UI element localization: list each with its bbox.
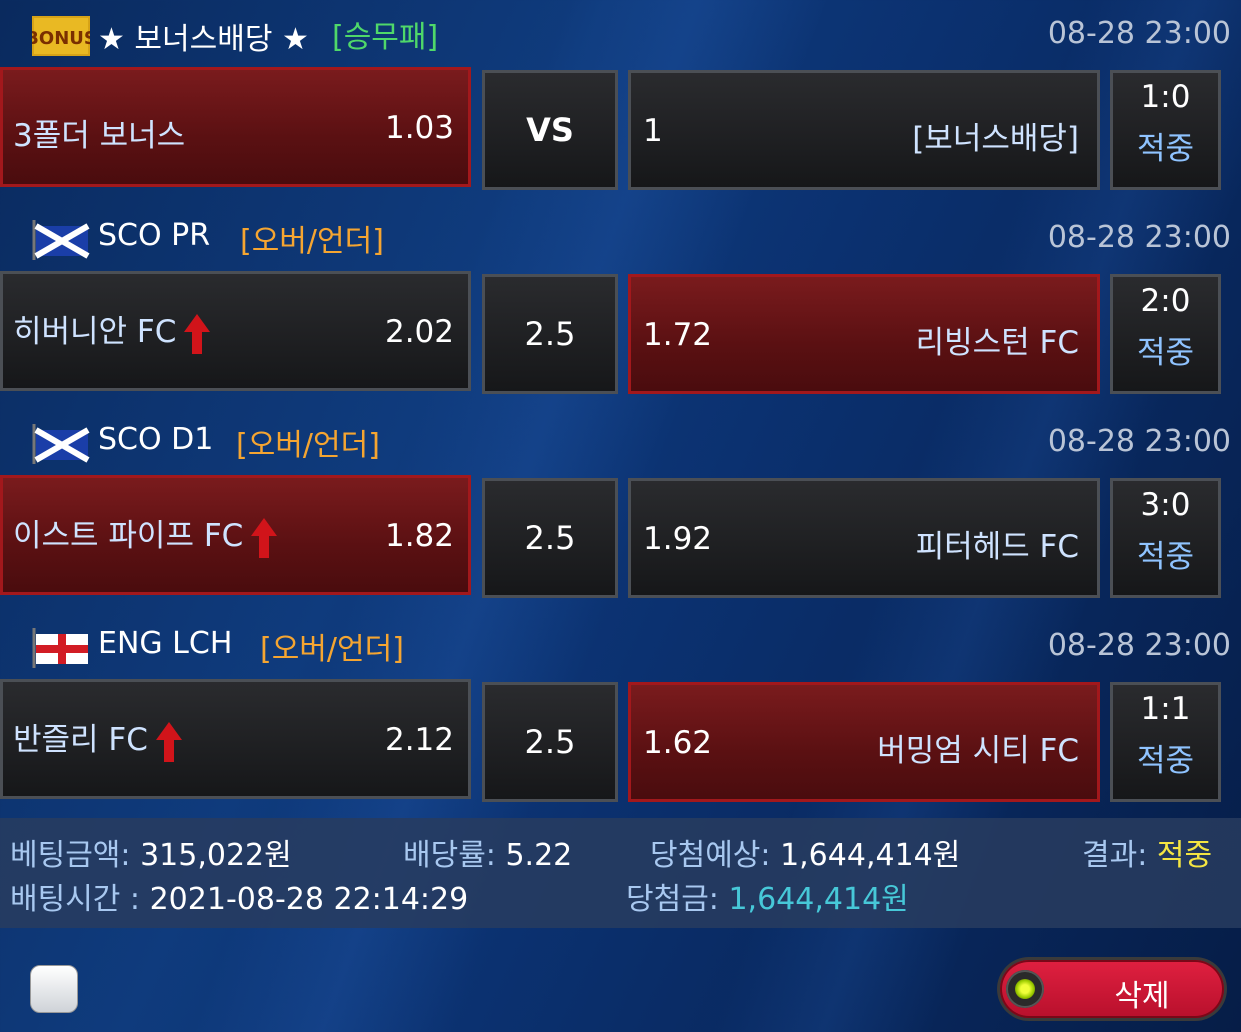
- match-result: 적중: [1136, 131, 1195, 167]
- league-name: ★ 보너스배당 ★: [98, 22, 309, 57]
- match-score: 1:1: [1140, 691, 1191, 727]
- league-name: ENG LCH: [98, 626, 233, 661]
- expected-win-value: 1,644,414원: [780, 838, 961, 873]
- match-time: 08-28 23:00: [1047, 16, 1231, 51]
- match-result: 적중: [1136, 539, 1195, 575]
- handicap-value: 2.5: [524, 315, 576, 353]
- match-result: 적중: [1136, 335, 1195, 371]
- home-team: 이스트 파이프 FC: [13, 510, 279, 560]
- home-team: 반즐리 FC: [13, 714, 184, 764]
- win-amount-value: 1,644,414원: [728, 882, 909, 917]
- home-odds-cell[interactable]: 3폴더 보너스 1.03: [0, 67, 471, 187]
- result-value: 적중: [1156, 838, 1213, 873]
- handicap-cell[interactable]: 2.5: [482, 274, 618, 394]
- home-odd: 2.02: [384, 314, 454, 350]
- bet-amount-value: 315,022원: [140, 838, 292, 873]
- home-team: 3폴더 보너스: [13, 118, 186, 154]
- bet-summary: 베팅금액: 315,022원 배당률: 5.22 당첨예상: 1,644,414…: [0, 818, 1241, 928]
- away-odd: 1.62: [643, 725, 713, 761]
- away-odds-cell[interactable]: 1.62 버밍엄 시티 FC: [628, 682, 1100, 802]
- expected-win: 당첨예상: 1,644,414원: [650, 830, 960, 874]
- away-odd: 1: [643, 113, 663, 149]
- scotland-flag-icon: [32, 424, 90, 464]
- league-name: SCO PR: [98, 218, 211, 253]
- bet-amount-label: 베팅금액:: [10, 838, 131, 873]
- match-score: 3:0: [1140, 487, 1191, 523]
- up-arrow-icon: [155, 721, 182, 762]
- home-odd: 2.12: [384, 722, 454, 758]
- select-checkbox[interactable]: [30, 965, 78, 1013]
- away-odd: 1.72: [643, 317, 713, 353]
- svg-text:BONUS: BONUS: [32, 28, 90, 49]
- win-amount-label: 당첨금:: [626, 882, 719, 917]
- match-result: 적중: [1136, 743, 1195, 779]
- result-cell: 3:0 적중: [1110, 478, 1221, 598]
- match-score: 2:0: [1140, 283, 1191, 319]
- home-odd: 1.82: [384, 518, 454, 554]
- away-odd: 1.92: [643, 521, 713, 557]
- bet-time-label: 배팅시간 :: [10, 882, 141, 917]
- delete-button-label: 삭제: [1114, 979, 1170, 1014]
- handicap-value: 2.5: [524, 519, 576, 557]
- match-header: BONUS ★ 보너스배당 ★ [승무패] 08-28 23:00: [0, 6, 1241, 57]
- home-odds-cell[interactable]: 이스트 파이프 FC 1.82: [0, 475, 471, 595]
- bonus-badge: BONUS: [25, 16, 97, 56]
- match-score: 1:0: [1140, 79, 1191, 115]
- handicap-cell[interactable]: VS: [482, 70, 618, 190]
- away-team: [보너스배당]: [912, 121, 1079, 157]
- league-name: SCO D1: [98, 422, 214, 457]
- odds: 배당률: 5.22: [403, 830, 572, 874]
- bet-time-value: 2021-08-28 22:14:29: [149, 882, 469, 917]
- odds-value: 5.22: [505, 838, 573, 873]
- odds-label: 배당률:: [403, 838, 496, 873]
- match-header: SCO PR [오버/언더] 08-28 23:00: [0, 210, 1241, 260]
- market-type: [오버/언더]: [240, 224, 384, 259]
- delete-button[interactable]: 삭제: [1000, 960, 1224, 1018]
- england-flag-icon: [32, 628, 88, 668]
- handicap-cell[interactable]: 2.5: [482, 478, 618, 598]
- away-odds-cell[interactable]: 1.72 리빙스턴 FC: [628, 274, 1100, 394]
- up-arrow-icon: [184, 313, 211, 354]
- match-time: 08-28 23:00: [1047, 628, 1231, 663]
- expected-win-label: 당첨예상:: [650, 838, 771, 873]
- away-odds-cell[interactable]: 1.92 피터헤드 FC: [628, 478, 1100, 598]
- handicap-value: VS: [526, 111, 574, 149]
- win-amount: 당첨금: 1,644,414원: [626, 874, 909, 918]
- result-cell: 2:0 적중: [1110, 274, 1221, 394]
- handicap-cell[interactable]: 2.5: [482, 682, 618, 802]
- result-cell: 1:0 적중: [1110, 70, 1221, 190]
- home-team: 히버니안 FC: [13, 306, 212, 356]
- result: 결과: 적중: [1082, 830, 1212, 874]
- away-team: 피터헤드 FC: [915, 529, 1079, 565]
- result-cell: 1:1 적중: [1110, 682, 1221, 802]
- bet-amount: 베팅금액: 315,022원: [10, 830, 292, 874]
- match-header: SCO D1 [오버/언더] 08-28 23:00: [0, 414, 1241, 464]
- home-odds-cell[interactable]: 반즐리 FC 2.12: [0, 679, 471, 799]
- home-odd: 1.03: [384, 110, 454, 146]
- market-type: [오버/언더]: [236, 428, 380, 463]
- match-header: ENG LCH [오버/언더] 08-28 23:00: [0, 618, 1241, 668]
- home-odds-cell[interactable]: 히버니안 FC 2.02: [0, 271, 471, 391]
- away-team: 버밍엄 시티 FC: [877, 733, 1079, 769]
- match-time: 08-28 23:00: [1047, 220, 1231, 255]
- radio-indicator-icon: [1006, 970, 1044, 1008]
- bet-time: 배팅시간 : 2021-08-28 22:14:29: [10, 874, 468, 918]
- match-time: 08-28 23:00: [1047, 424, 1231, 459]
- away-odds-cell[interactable]: 1 [보너스배당]: [628, 70, 1100, 190]
- handicap-value: 2.5: [524, 723, 576, 761]
- market-type: [승무패]: [332, 20, 439, 55]
- scotland-flag-icon: [32, 220, 90, 260]
- away-team: 리빙스턴 FC: [915, 325, 1079, 361]
- market-type: [오버/언더]: [260, 632, 404, 667]
- up-arrow-icon: [251, 517, 278, 558]
- result-label: 결과:: [1082, 838, 1148, 873]
